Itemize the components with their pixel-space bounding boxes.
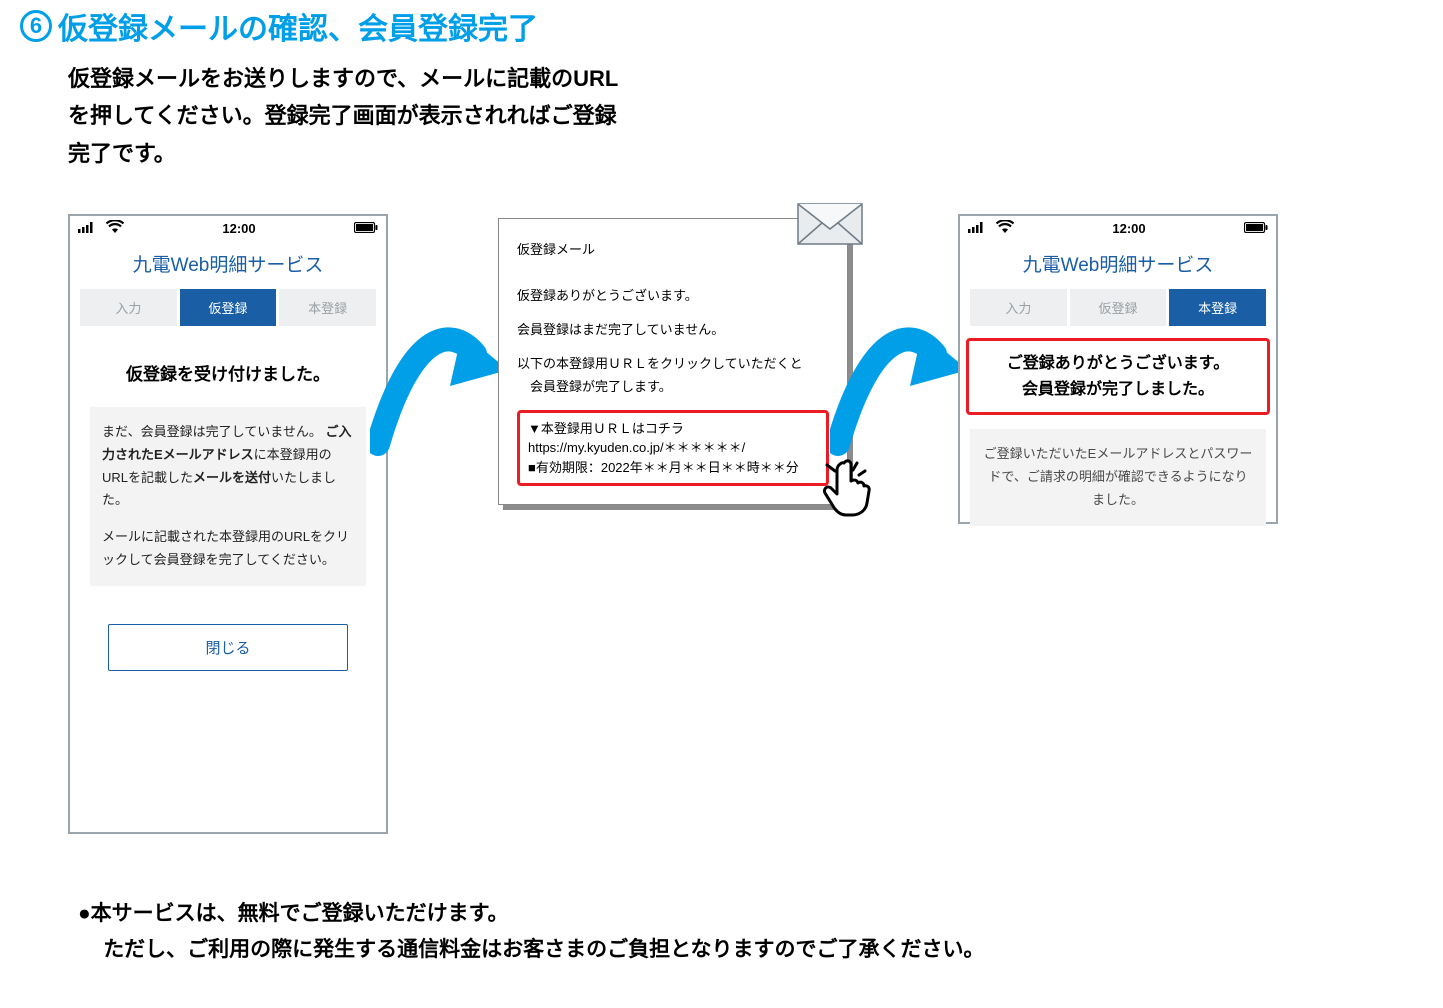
email-subject: 仮登録メール <box>517 239 829 261</box>
close-button[interactable]: 閉じる <box>108 624 348 671</box>
status-clock: 12:00 <box>222 221 255 236</box>
phone-screen-complete: 12:00 九電Web明細サービス 入力 仮登録 本登録 ご登録ありがとうござい… <box>958 214 1278 524</box>
email-line: 仮登録ありがとうございます。 <box>517 285 829 307</box>
completion-message: ご登録ありがとうございます。 会員登録が完了しました。 <box>966 338 1270 415</box>
email-url-box[interactable]: ▼本登録用ＵＲＬはコチラ https://my.kyuden.co.jp/＊＊＊… <box>517 410 829 487</box>
progress-steps: 入力 仮登録 本登録 <box>70 289 386 326</box>
message-box: まだ、会員登録は完了していません。 ご入力されたEメールアドレスに本登録用のUR… <box>90 407 366 586</box>
completion-note: ご登録いただいたEメールアドレスとパスワードで、ご請求の明細が確認できるようにな… <box>970 429 1266 525</box>
email-card: 仮登録メール 仮登録ありがとうございます。 会員登録はまだ完了していません。 以… <box>498 218 848 505</box>
service-title: 九電Web明細サービス <box>960 240 1276 289</box>
lead-text: 仮登録メールをお送りしますので、メールに記載のURLを押してください。登録完了画… <box>68 60 628 172</box>
status-bar: 12:00 <box>70 216 386 240</box>
step-final: 本登録 <box>1169 289 1266 326</box>
footnote: ●本サービスは、無料でご登録いただけます。 ただし、ご利用の際に発生する通信料金… <box>78 896 1423 967</box>
phone-screen-provisional: 12:00 九電Web明細サービス 入力 仮登録 本登録 仮登録を受け付けました… <box>68 214 388 834</box>
step-number-badge: 6 <box>20 10 52 42</box>
step-final: 本登録 <box>279 289 376 326</box>
page-title: 6 仮登録メールの確認、会員登録完了 <box>20 4 1423 48</box>
battery-icon <box>1244 221 1268 236</box>
status-clock: 12:00 <box>1112 221 1145 236</box>
status-bar: 12:00 <box>960 216 1276 240</box>
step-input: 入力 <box>970 289 1067 326</box>
flow-arrow-2 <box>848 214 958 514</box>
progress-steps: 入力 仮登録 本登録 <box>960 289 1276 326</box>
signal-icon <box>78 221 94 236</box>
step-input: 入力 <box>80 289 177 326</box>
service-title: 九電Web明細サービス <box>70 240 386 289</box>
page-title-text: 仮登録メールの確認、会員登録完了 <box>58 4 538 48</box>
step-provisional: 仮登録 <box>180 289 277 326</box>
wifi-icon <box>996 220 1014 236</box>
email-card-wrap: 仮登録メール 仮登録ありがとうございます。 会員登録はまだ完了していません。 以… <box>498 218 848 505</box>
email-line: 会員登録はまだ完了していません。 <box>517 319 829 341</box>
step-provisional: 仮登録 <box>1070 289 1167 326</box>
wifi-icon <box>106 220 124 236</box>
flow-arrow-1 <box>388 214 498 514</box>
battery-icon <box>354 221 378 236</box>
signal-icon <box>968 221 984 236</box>
email-line: 以下の本登録用ＵＲＬをクリックしていただくと 会員登録が完了します。 <box>517 353 829 397</box>
screen-heading: 仮登録を受け付けました。 <box>86 360 370 385</box>
